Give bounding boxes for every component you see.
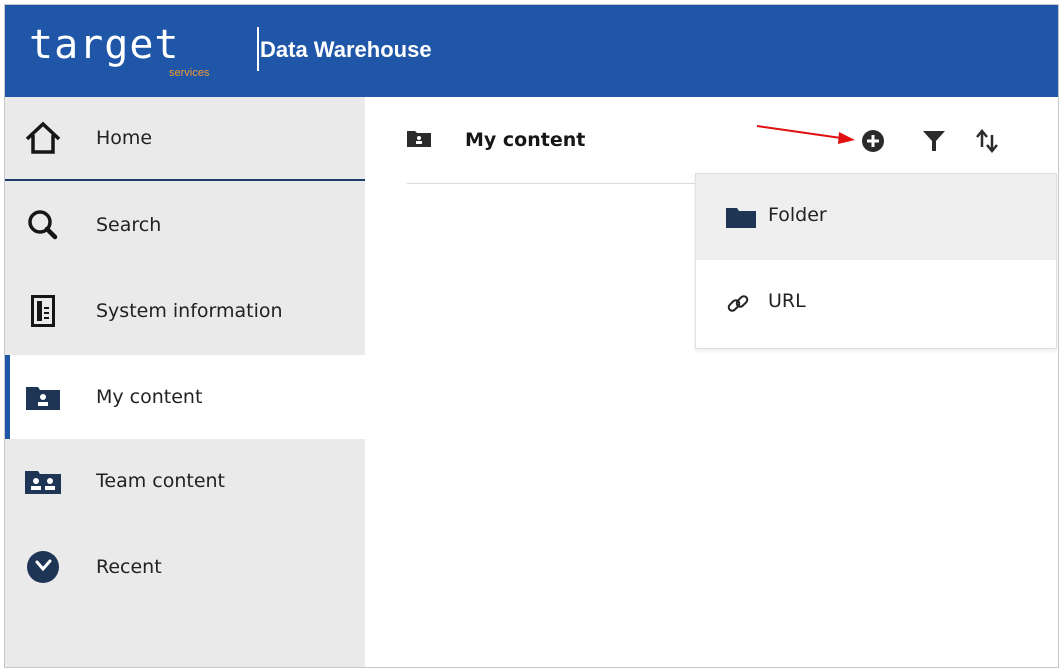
sidebar-item-recent[interactable]: Recent (5, 525, 365, 609)
folder-icon (726, 206, 756, 233)
recent-clock-icon (23, 547, 63, 587)
sidebar-item-label: Search (96, 214, 162, 236)
logo-wordmark: target (29, 22, 180, 68)
sidebar-item-search[interactable]: Search (5, 183, 365, 267)
my-content-folder-icon (23, 377, 63, 417)
content-header: My content (407, 97, 1013, 184)
search-icon (23, 205, 63, 245)
page-title: My content (465, 129, 586, 151)
system-information-icon (23, 291, 63, 331)
sidebar-item-home[interactable]: Home (5, 97, 365, 181)
menu-item-label: Folder (768, 204, 827, 226)
annotation-arrow (755, 123, 859, 152)
target-services-logo: target services (29, 22, 259, 79)
link-icon (726, 292, 750, 321)
new-item-menu: Folder URL (695, 173, 1057, 349)
sidebar-item-label: My content (96, 386, 203, 408)
my-content-folder-icon (407, 129, 431, 152)
app-title: Data Warehouse (260, 37, 432, 62)
sidebar-item-system-information[interactable]: System information (5, 269, 365, 353)
sidebar-item-label: System information (96, 300, 283, 322)
sidebar-item-label: Team content (96, 470, 226, 492)
sidebar-item-my-content[interactable]: My content (5, 355, 365, 439)
app-window: target services Data Warehouse Home Sear… (4, 4, 1059, 668)
sidebar-item-label: Recent (96, 556, 162, 578)
home-icon (23, 118, 63, 158)
sidebar-item-label: Home (96, 127, 153, 149)
filter-icon[interactable] (920, 127, 948, 155)
sidebar-item-team-content[interactable]: Team content (5, 439, 365, 523)
sort-icon[interactable] (973, 127, 1001, 155)
app-header: target services Data Warehouse (5, 5, 1058, 97)
add-circle-icon[interactable] (859, 127, 887, 155)
team-content-folder-icon (23, 461, 63, 501)
sidebar: Home Search System information My conten… (5, 97, 365, 667)
menu-item-url[interactable]: URL (696, 260, 1056, 346)
menu-item-label: URL (768, 290, 806, 312)
menu-item-folder[interactable]: Folder (696, 174, 1056, 260)
logo-subtitle: services (169, 67, 210, 79)
logo-divider (257, 27, 259, 71)
